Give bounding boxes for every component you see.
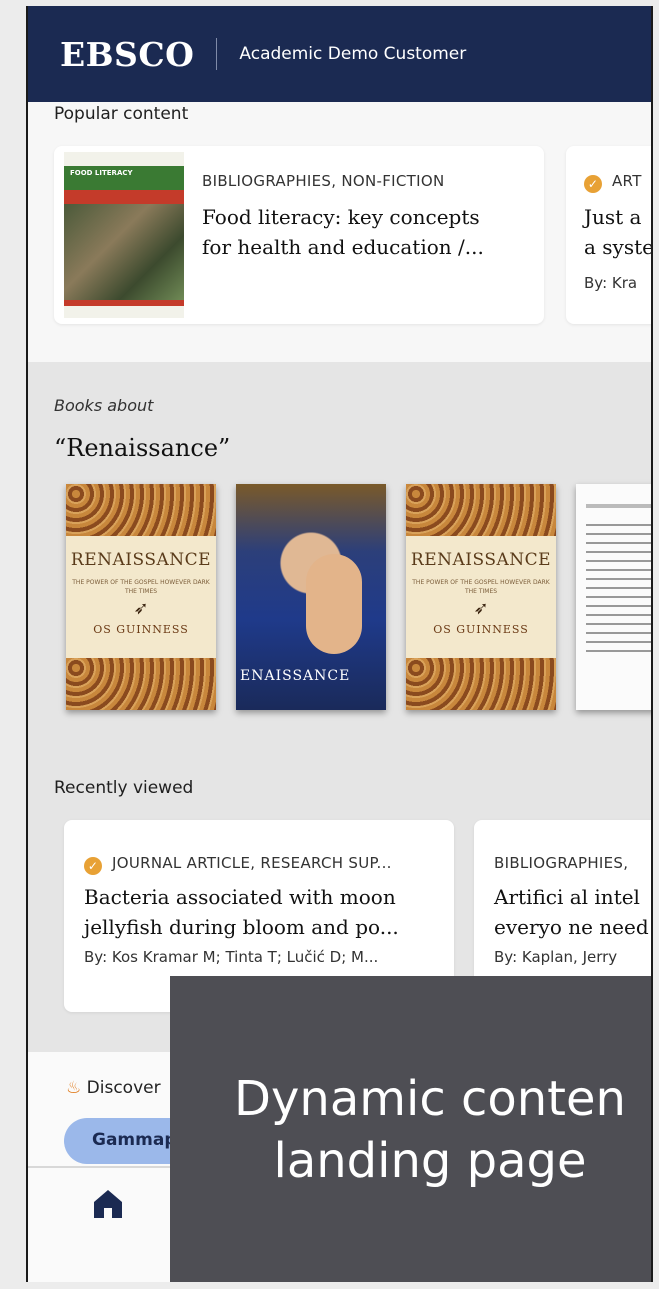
book-title: ENAISSANCE [240,668,351,684]
card-kicker: ART [612,172,642,190]
topic-pill-label: Gammap [92,1130,177,1150]
card-title-line1[interactable]: Bacteria associated with moon [84,882,396,912]
card-title-line2[interactable]: everyo ne need [494,912,649,942]
flame-icon: ♨ [66,1078,82,1098]
ebsco-logo[interactable]: EBSCO [60,35,194,74]
popular-card[interactable]: FOOD LITERACY BIBLIOGRAPHIES, NON-FICTIO… [54,146,544,324]
book-cover[interactable]: RENAISSANCE THE POWER OF THE GOSPEL HOWE… [66,484,216,710]
caption-line1: Dynamic conten [234,1071,626,1127]
book-subtitle: THE POWER OF THE GOSPEL HOWEVER DARK THE… [72,579,210,595]
card-kicker: JOURNAL ARTICLE, RESEARCH SUP... [112,854,392,872]
caption-line2: landing page [273,1133,587,1189]
app-screen: EBSCO Academic Demo Customer Popular con… [26,6,653,1282]
book-subtitle: THE POWER OF THE GOSPEL HOWEVER DARK THE… [412,579,550,595]
card-title-line1[interactable]: Just a [584,202,641,232]
badge-check-icon: ✓ [84,857,102,875]
popular-title: Popular content [54,104,189,124]
card-title-line1[interactable]: Artifici al intel [494,882,640,912]
card-kicker: BIBLIOGRAPHIES, NON-FICTION [202,172,445,190]
card-title-line2[interactable]: jellyfish during bloom and po... [84,912,399,942]
book-title: RENAISSANCE [70,550,212,570]
books-title: “Renaissance” [54,434,231,462]
card-byline: By: Kos Kramar M; Tinta T; Lučić D; M... [84,948,379,966]
top-bar: EBSCO Academic Demo Customer [28,6,651,102]
book-author: OS GUINNESS [93,623,189,636]
book-cover-food-literacy: FOOD LITERACY [64,152,184,318]
books-kicker: Books about [54,396,154,415]
book-cover-painting[interactable]: ENAISSANCE [236,484,386,710]
card-title-line2[interactable]: for health and education /... [202,232,484,262]
cover-label: FOOD LITERACY [70,169,133,177]
header-divider [216,38,218,70]
book-cover-document[interactable] [576,484,651,710]
card-title-line2[interactable]: a syste [584,232,651,262]
recent-title: Recently viewed [54,778,194,798]
card-title-line1[interactable]: Food literacy: key concepts [202,202,480,232]
badge-check-icon: ✓ [584,175,602,193]
popular-card-2[interactable]: ✓ ART Just a a syste By: Kra [566,146,651,324]
card-byline: By: Kaplan, Jerry [494,948,618,966]
bird-icon: ➶ [133,598,149,619]
card-kicker: BIBLIOGRAPHIES, [494,854,629,872]
book-title: RENAISSANCE [410,550,552,570]
home-icon[interactable] [90,1186,126,1222]
book-author: OS GUINNESS [433,623,529,636]
card-byline: By: Kra [584,274,638,292]
bird-icon: ➶ [473,598,489,619]
caption-overlay: Dynamic conten landing page [170,976,651,1282]
discover-label: Discover [86,1078,161,1098]
book-cover[interactable]: RENAISSANCE THE POWER OF THE GOSPEL HOWE… [406,484,556,710]
customer-name: Academic Demo Customer [239,44,467,64]
